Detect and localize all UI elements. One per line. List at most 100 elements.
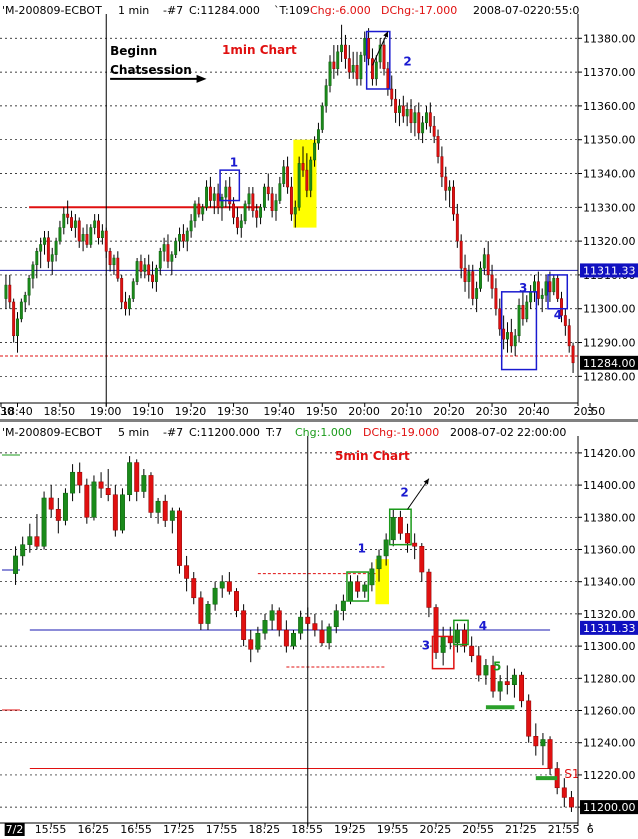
x-tick-label: 16:25 — [77, 823, 109, 836]
candle-body — [189, 220, 193, 232]
candle — [433, 604, 439, 659]
x-tick-label: 6 — [587, 823, 594, 836]
candle-body — [201, 207, 205, 215]
candle-body — [398, 105, 401, 113]
candle-body — [452, 186, 455, 215]
price-label-text: 11311.33 — [583, 264, 636, 277]
candle — [556, 274, 560, 302]
candle-body — [255, 210, 259, 218]
candle-body — [274, 200, 278, 211]
candle-body — [120, 494, 125, 531]
candle-body — [278, 183, 282, 201]
candle-body — [62, 492, 68, 521]
candle-body — [241, 610, 247, 640]
candle-body — [262, 186, 266, 208]
candle-body — [248, 639, 254, 650]
candle-body — [16, 318, 19, 337]
y-tick-label: 11370.00 — [583, 66, 636, 79]
candle — [526, 694, 532, 743]
candle-body — [513, 335, 517, 347]
panel-separator[interactable] — [0, 419, 638, 422]
candle-body — [394, 98, 398, 113]
candle-body — [502, 328, 506, 340]
candle-body — [243, 203, 247, 222]
candle-body — [251, 193, 255, 211]
x-tick-label: 20:20 — [433, 405, 465, 418]
candle-body — [100, 230, 104, 238]
candle-body — [85, 234, 89, 245]
candle — [62, 488, 68, 526]
candle-body — [48, 497, 54, 510]
candle-body — [417, 112, 421, 134]
candle-body — [4, 284, 8, 299]
x-tick-label: 19:50 — [306, 405, 338, 418]
candle-body — [259, 207, 263, 218]
candle-body — [108, 251, 112, 266]
x-tick-label: 19:40 — [263, 405, 295, 418]
candle-body — [362, 584, 368, 592]
candle-body — [355, 65, 359, 80]
annotation-label: 5 — [493, 659, 501, 673]
candle-body — [397, 517, 403, 534]
candle-body — [476, 655, 482, 676]
candle-body — [197, 203, 201, 215]
candle-body — [363, 38, 367, 56]
header-symbol: 'M-200809-ECBOT — [2, 4, 102, 17]
x-tick-label: 20:10 — [391, 405, 423, 418]
candle — [241, 604, 247, 647]
candle-body — [511, 674, 517, 685]
candle-body — [112, 494, 118, 531]
candle-body — [269, 610, 275, 621]
y-tick-label: 11280.00 — [583, 672, 636, 685]
candle-body — [205, 603, 211, 624]
y-tick-label: 11380.00 — [583, 32, 636, 45]
candle-body — [112, 257, 116, 266]
candle-body — [475, 288, 479, 299]
candle — [84, 478, 90, 524]
y-tick-label: 11240.00 — [583, 737, 636, 750]
candle-body — [120, 278, 124, 303]
x-tick-label: 20:40 — [518, 405, 550, 418]
candle-body — [401, 105, 405, 117]
candle-body — [312, 623, 318, 631]
candle-body — [497, 681, 503, 692]
candle-body — [309, 159, 313, 191]
candle-body — [479, 267, 482, 289]
annotation-label: 1 — [358, 542, 366, 556]
annotation-label: 2 — [403, 54, 411, 68]
candle-body — [12, 301, 16, 337]
current-price-label: 11284.00 — [580, 355, 638, 370]
candle-body — [521, 305, 525, 320]
candle-body — [351, 65, 355, 73]
candle-body — [98, 481, 104, 489]
x-tick-label: 7/2 — [6, 823, 24, 836]
annotation-label: Chatsession — [110, 63, 192, 77]
candle-body — [212, 193, 216, 201]
header-date: 2008-07-02 — [473, 4, 537, 17]
candle-body — [297, 163, 301, 208]
candle-body — [482, 254, 486, 269]
candle-body — [174, 240, 178, 255]
y-tick-label: 11340.00 — [583, 576, 636, 589]
candle-body — [556, 278, 560, 299]
candle-body — [154, 267, 158, 282]
candle-body — [208, 186, 212, 201]
candle-body — [526, 700, 532, 737]
header-interval: 5 min — [118, 426, 149, 439]
candle-body — [93, 220, 97, 228]
candle-body — [185, 230, 189, 242]
price-level-label: 11311.33 — [580, 620, 638, 635]
candle-body — [27, 536, 33, 545]
candle-body — [454, 629, 460, 644]
candle-body — [193, 203, 197, 222]
candle-body — [463, 267, 467, 282]
candle-body — [293, 207, 297, 215]
candle-body — [509, 332, 513, 347]
x-tick-label: 17:25 — [163, 823, 195, 836]
candle-body — [536, 281, 540, 299]
y-tick-label: 11420.00 — [583, 447, 636, 460]
candle — [41, 491, 47, 550]
candle-body — [212, 587, 218, 605]
candle-body — [347, 58, 351, 73]
candle-body — [383, 539, 389, 557]
